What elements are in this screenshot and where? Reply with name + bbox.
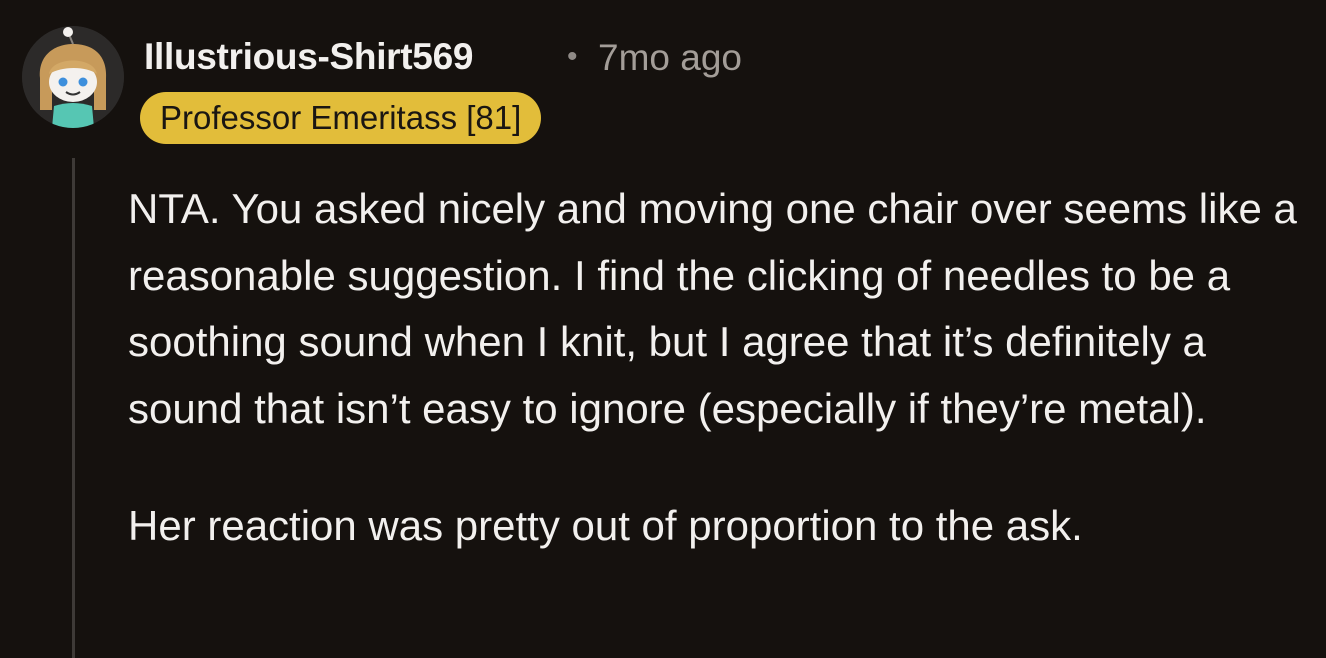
comment-body: NTA. You asked nicely and moving one cha…	[128, 176, 1308, 560]
author-username[interactable]: Illustrious-Shirt569	[144, 36, 473, 78]
comment: Illustrious-Shirt569 • 7mo ago Professor…	[0, 0, 1326, 658]
comment-timestamp[interactable]: 7mo ago	[598, 37, 742, 79]
user-avatar[interactable]	[22, 26, 124, 128]
thread-line[interactable]	[72, 158, 75, 658]
comment-paragraph: Her reaction was pretty out of proportio…	[128, 502, 1083, 549]
snoo-avatar-icon	[22, 26, 124, 128]
meta-separator: •	[567, 40, 578, 73]
user-flair-badge: Professor Emeritass [81]	[140, 92, 542, 144]
comment-paragraph: NTA. You asked nicely and moving one cha…	[128, 185, 1297, 432]
